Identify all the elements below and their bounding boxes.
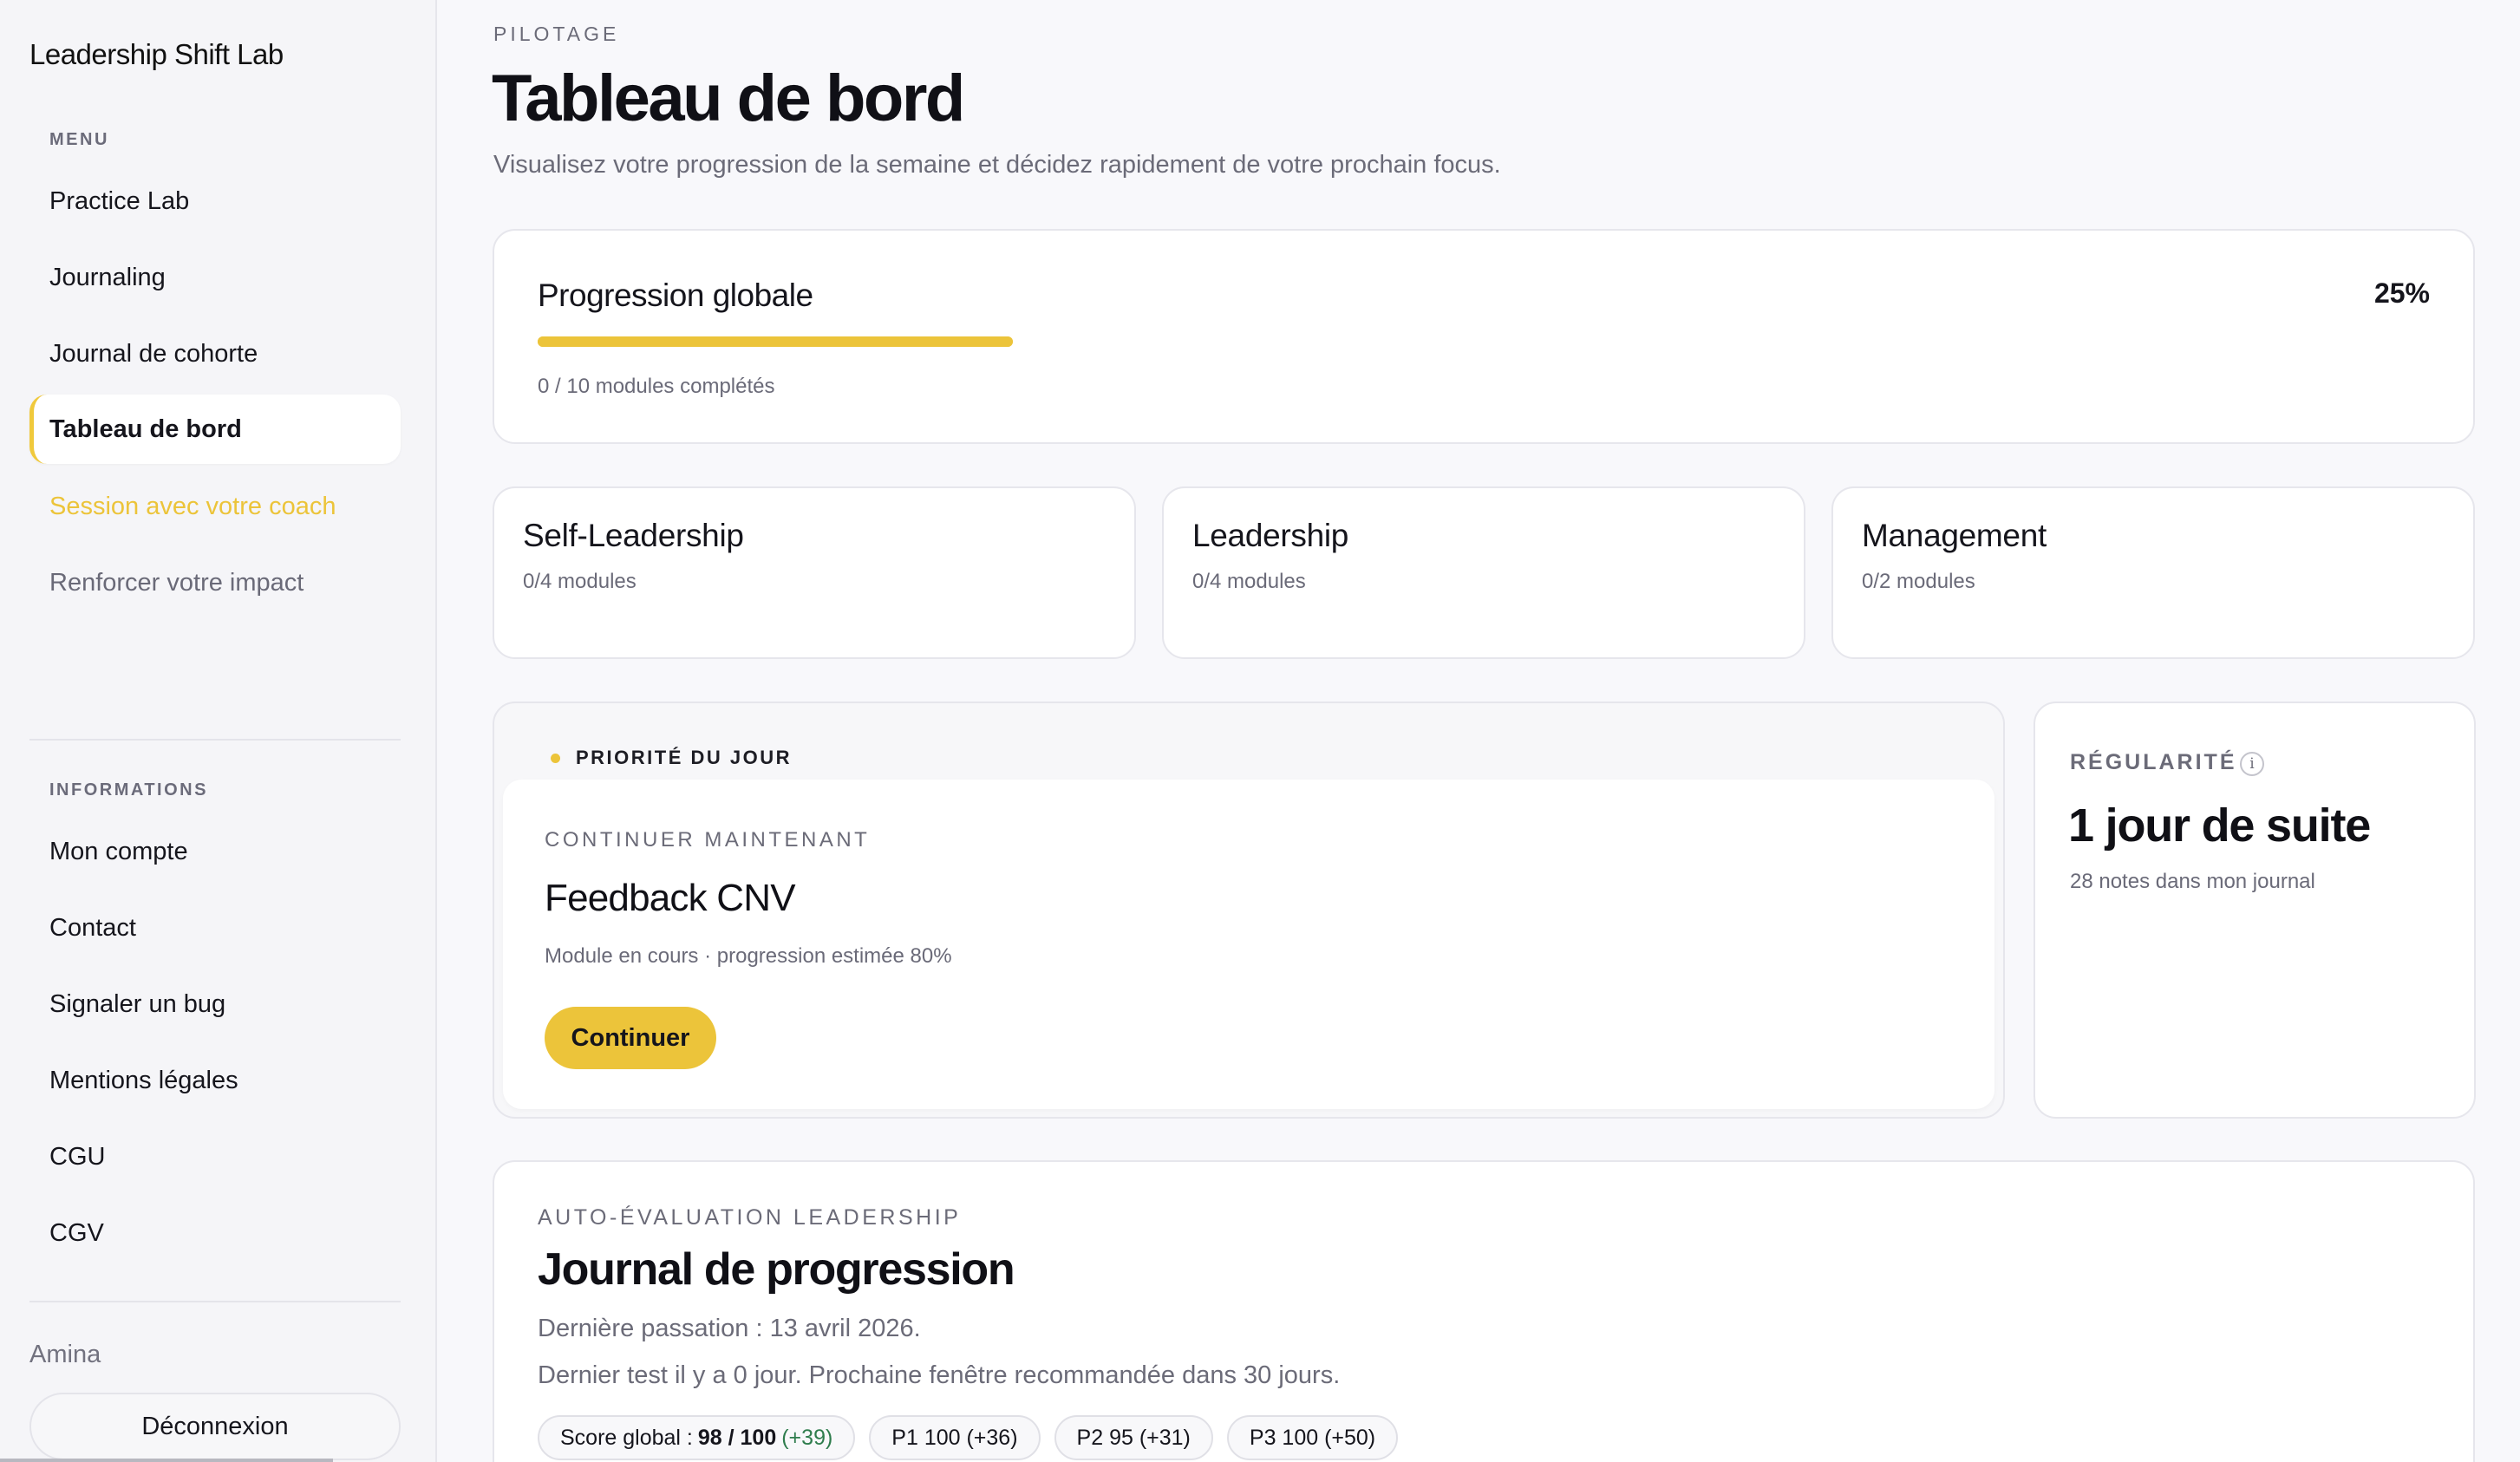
sidebar-item-journaling[interactable]: Journaling <box>29 243 401 312</box>
score-pill-p2: P2 95 (+31) <box>1054 1415 1213 1460</box>
menu-section-label: MENU <box>49 130 109 149</box>
sidebar-item-contact[interactable]: Contact <box>29 893 401 963</box>
sidebar-item-mentions-legales[interactable]: Mentions légales <box>29 1046 401 1115</box>
regularity-card: RÉGULARITÉ i 1 jour de suite 28 notes da… <box>2034 702 2476 1119</box>
evaluation-title: Journal de progression <box>538 1244 1015 1295</box>
score-global-prefix: Score global : <box>560 1425 693 1450</box>
category-modules: 0/4 modules <box>523 570 637 593</box>
score-global-pill: Score global : 98 / 100 (+39) <box>538 1415 856 1460</box>
page-eyebrow: PILOTAGE <box>493 23 620 45</box>
category-title: Leadership <box>1192 518 1349 553</box>
sidebar-divider-bottom <box>29 1301 401 1302</box>
category-title: Management <box>1862 518 2047 553</box>
category-card-self-leadership[interactable]: Self-Leadership 0/4 modules <box>493 486 1136 659</box>
evaluation-next-window: Dernier test il y a 0 jour. Prochaine fe… <box>538 1361 1341 1389</box>
user-name: Amina <box>29 1341 101 1368</box>
score-global-value: 98 / 100 <box>697 1425 777 1450</box>
informations-section-label: INFORMATIONS <box>49 780 208 800</box>
global-progress-percent: 25% <box>2373 277 2430 309</box>
score-pill-p1: P1 100 (+36) <box>869 1415 1041 1460</box>
sidebar-item-renforcer-impact[interactable]: Renforcer votre impact <box>29 548 401 617</box>
sidebar-item-signaler-bug[interactable]: Signaler un bug <box>29 969 401 1039</box>
score-pills: Score global : 98 / 100 (+39) P1 100 (+3… <box>538 1415 1399 1460</box>
sidebar-item-tableau-de-bord[interactable]: Tableau de bord <box>29 395 401 464</box>
sidebar-item-session-coach[interactable]: Session avec votre coach <box>29 472 401 541</box>
global-progress-modules: 0 / 10 modules complétés <box>538 375 775 398</box>
sidebar-item-practice-lab[interactable]: Practice Lab <box>29 166 401 236</box>
evaluation-card: AUTO-ÉVALUATION LEADERSHIP Journal de pr… <box>493 1160 2475 1462</box>
category-card-leadership[interactable]: Leadership 0/4 modules <box>1162 486 1805 659</box>
score-global-delta: (+39) <box>781 1425 833 1450</box>
sidebar-item-cgu[interactable]: CGU <box>29 1122 401 1191</box>
sidebar-divider <box>29 739 401 741</box>
brand-logo-text[interactable]: Leadership Shift Lab <box>29 38 284 71</box>
continue-panel: CONTINUER MAINTENANT Feedback CNV Module… <box>503 780 1994 1109</box>
continue-button[interactable]: Continuer <box>545 1007 716 1069</box>
logout-button[interactable]: Déconnexion <box>29 1393 401 1460</box>
global-progress-card: Progression globale 25% 0 / 10 modules c… <box>493 229 2475 444</box>
global-progress-title: Progression globale <box>538 277 813 313</box>
continue-module-subtitle: Module en cours · progression estimée 80… <box>545 944 952 968</box>
sidebar: Leadership Shift Lab MENU Practice Lab J… <box>0 0 437 1462</box>
continue-module-title: Feedback CNV <box>545 877 796 919</box>
priority-label: PRIORITÉ DU JOUR <box>576 747 793 768</box>
category-title: Self-Leadership <box>523 518 744 553</box>
sidebar-item-cgv[interactable]: CGV <box>29 1198 401 1268</box>
evaluation-eyebrow: AUTO-ÉVALUATION LEADERSHIP <box>538 1205 962 1230</box>
continue-eyebrow: CONTINUER MAINTENANT <box>545 828 871 852</box>
category-modules: 0/4 modules <box>1192 570 1306 593</box>
score-pill-p3: P3 100 (+50) <box>1226 1415 1399 1460</box>
category-card-management[interactable]: Management 0/2 modules <box>1831 486 2475 659</box>
category-modules: 0/2 modules <box>1862 570 1975 593</box>
regularity-label: RÉGULARITÉ <box>2070 750 2237 774</box>
regularity-streak: 1 jour de suite <box>2068 800 2371 852</box>
regularity-notes-count: 28 notes dans mon journal <box>2070 870 2315 893</box>
priority-dot-icon <box>551 754 560 763</box>
global-progress-bar-fill <box>538 336 1013 347</box>
page-subtitle: Visualisez votre progression de la semai… <box>493 151 1501 179</box>
global-progress-bar <box>538 336 1013 347</box>
priority-card: PRIORITÉ DU JOUR CONTINUER MAINTENANT Fe… <box>493 702 2005 1119</box>
sidebar-item-mon-compte[interactable]: Mon compte <box>29 817 401 886</box>
info-icon[interactable]: i <box>2240 752 2264 776</box>
horizontal-scrollbar[interactable] <box>0 1459 333 1462</box>
evaluation-last-test: Dernière passation : 13 avril 2026. <box>538 1315 921 1342</box>
page-title: Tableau de bord <box>492 62 965 135</box>
sidebar-item-journal-cohorte[interactable]: Journal de cohorte <box>29 319 401 388</box>
